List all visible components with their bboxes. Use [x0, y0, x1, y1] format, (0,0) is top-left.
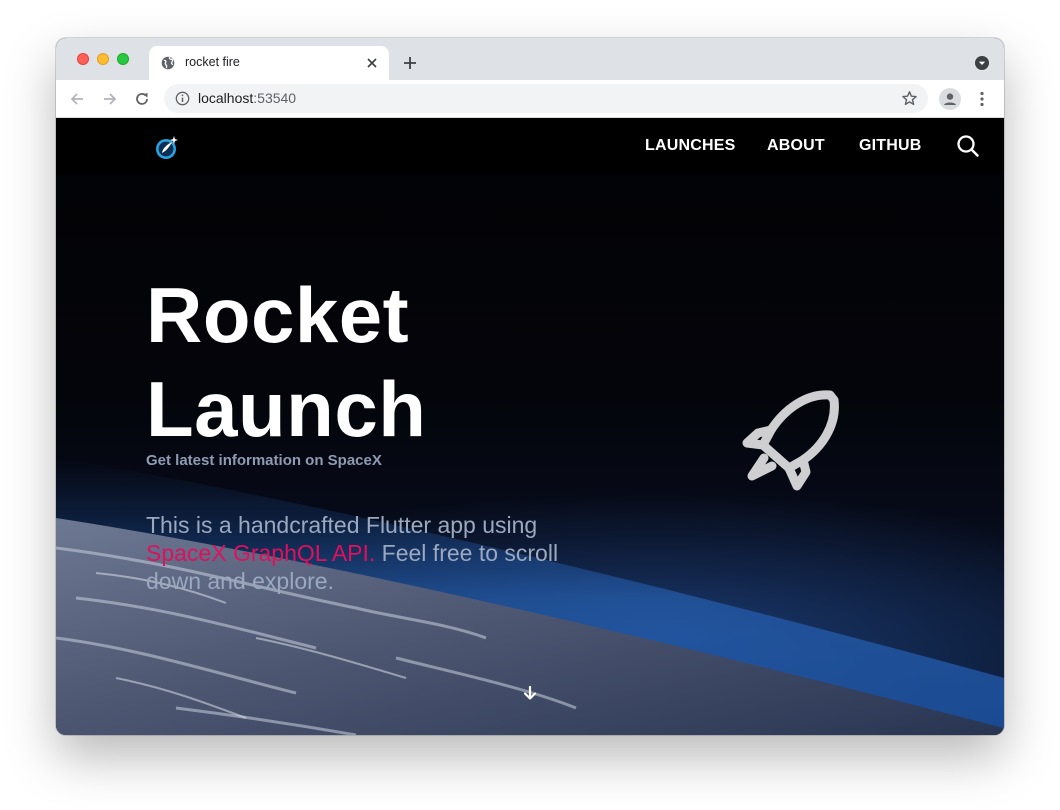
navbar: LAUNCHES ABOUT GITHUB [56, 118, 1004, 174]
tab-title: rocket fire [185, 55, 240, 69]
hero-description-intro: This is a handcrafted Flutter app using [146, 512, 538, 538]
maximize-window-button[interactable] [117, 53, 129, 65]
url-text[interactable]: localhost:53540 [198, 90, 296, 106]
hero-title-line2: Launch [146, 365, 427, 453]
plus-icon[interactable] [402, 55, 418, 71]
address-bar[interactable]: localhost:53540 [164, 84, 928, 113]
profile-icon[interactable] [939, 88, 961, 110]
hero-title-line1: Rocket [146, 271, 410, 359]
minimize-window-button[interactable] [97, 53, 109, 65]
forward-arrow-icon[interactable] [101, 90, 119, 108]
globe-icon [161, 56, 175, 70]
arrow-down-icon[interactable] [522, 685, 538, 701]
browser-window: rocket fire localhost:53540 LAUNCHES ABO… [56, 38, 1004, 735]
nav-launches-link[interactable]: LAUNCHES [645, 137, 736, 155]
info-icon[interactable] [175, 91, 190, 106]
search-icon[interactable] [956, 134, 980, 158]
nav-github-link[interactable]: GITHUB [859, 137, 922, 155]
browser-tab[interactable]: rocket fire [149, 46, 389, 80]
url-port: :53540 [253, 90, 297, 106]
page-content: LAUNCHES ABOUT GITHUB Rocket Launch Get l… [56, 118, 1004, 735]
hero-description: This is a handcrafted Flutter app using … [146, 511, 606, 595]
rocket-icon [742, 390, 839, 491]
chevron-down-icon[interactable] [975, 56, 989, 70]
back-arrow-icon[interactable] [68, 90, 86, 108]
nav-about-link[interactable]: ABOUT [767, 137, 825, 155]
star-icon[interactable] [901, 90, 918, 107]
logo-icon[interactable] [152, 132, 182, 162]
reload-icon[interactable] [133, 90, 151, 108]
url-host: localhost [198, 90, 254, 106]
close-icon[interactable] [365, 56, 379, 70]
more-vert-icon[interactable] [973, 90, 991, 108]
tab-strip: rocket fire [56, 38, 1004, 80]
close-window-button[interactable] [77, 53, 89, 65]
spacex-api-link[interactable]: SpaceX GraphQL API. [146, 540, 375, 566]
hero-subtitle: Get latest information on SpaceX [146, 452, 382, 469]
hero-title: Rocket Launch [146, 268, 426, 456]
browser-toolbar: localhost:53540 [56, 80, 1004, 118]
